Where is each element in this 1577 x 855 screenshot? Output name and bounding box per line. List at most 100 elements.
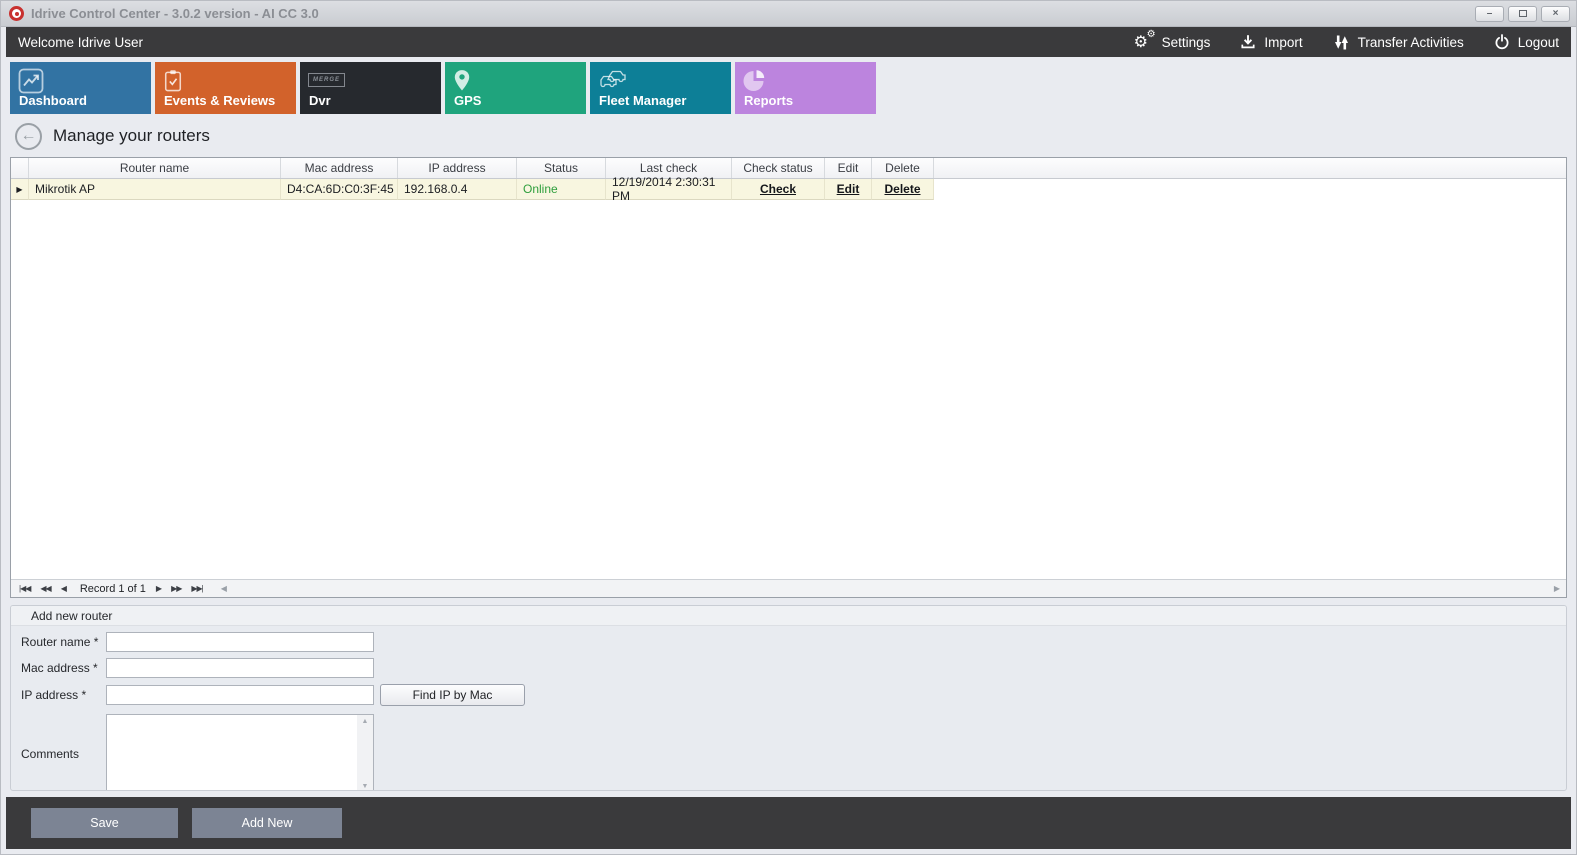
mac-address-field[interactable]	[106, 658, 374, 678]
column-header-edit[interactable]: Edit	[825, 158, 872, 178]
tile-reports[interactable]: Reports	[735, 62, 876, 114]
find-ip-by-mac-button[interactable]: Find IP by Mac	[380, 684, 525, 706]
mac-address-label: Mac address *	[21, 661, 106, 675]
gears-icon: ⚙⚙	[1134, 33, 1154, 51]
status-badge: Online	[523, 182, 558, 196]
logout-button[interactable]: Logout	[1494, 34, 1559, 50]
delete-link[interactable]: Delete	[884, 182, 920, 196]
mac-address-row: Mac address *	[21, 658, 1566, 678]
tile-gps-label: GPS	[454, 93, 481, 108]
router-name-label: Router name *	[21, 635, 106, 649]
row-marker-cell: ▶	[11, 179, 29, 200]
router-name-row: Router name *	[21, 632, 1566, 652]
tile-dvr-label: Dvr	[309, 93, 331, 108]
nav-first-icon[interactable]: |◀◀	[19, 585, 30, 593]
grid-header-row: Router name Mac address IP address Statu…	[11, 158, 1566, 179]
comments-box: ▲ ▼	[106, 714, 374, 791]
table-row[interactable]: ▶ Mikrotik AP D4:CA:6D:C0:3F:45 192.168.…	[11, 179, 1566, 200]
minimize-button[interactable]: –	[1475, 6, 1504, 22]
column-header-ip-address[interactable]: IP address	[398, 158, 517, 178]
welcome-text: Welcome Idrive User	[18, 35, 143, 50]
cars-icon	[598, 68, 630, 96]
routers-grid: Router name Mac address IP address Statu…	[10, 157, 1567, 598]
comments-field[interactable]	[107, 715, 373, 791]
cell-check-status: Check	[732, 179, 825, 200]
app-logo-icon	[9, 6, 24, 21]
maximize-button[interactable]	[1508, 6, 1537, 22]
ip-address-field[interactable]	[106, 685, 374, 705]
row-marker-icon: ▶	[16, 185, 22, 194]
back-button[interactable]: ←	[15, 123, 42, 150]
tile-events-reviews-label: Events & Reviews	[164, 93, 275, 108]
nav-next-page-icon[interactable]: ▶▶	[171, 585, 181, 593]
tile-gps[interactable]: GPS	[445, 62, 586, 114]
maximize-icon	[1519, 10, 1527, 17]
plate-icon-text: MERGE	[308, 73, 345, 87]
panel-title: Add new router	[11, 606, 1566, 626]
page-title: Manage your routers	[53, 126, 210, 146]
grid-header-filler	[934, 158, 1566, 178]
logout-label: Logout	[1518, 35, 1559, 50]
comments-scrollbar[interactable]: ▲ ▼	[357, 715, 373, 791]
tile-reports-label: Reports	[744, 93, 793, 108]
nav-last-icon[interactable]: ▶▶|	[191, 585, 202, 593]
cell-ip-address: 192.168.0.4	[398, 179, 517, 200]
import-button[interactable]: Import	[1240, 34, 1302, 50]
plate-icon: MERGE	[308, 68, 345, 87]
close-button[interactable]: ×	[1541, 6, 1570, 22]
column-header-mac-address[interactable]: Mac address	[281, 158, 398, 178]
window-controls: – ×	[1471, 6, 1570, 22]
cell-edit: Edit	[825, 179, 872, 200]
import-icon	[1240, 34, 1256, 50]
grid-header-marker	[11, 158, 29, 178]
save-button[interactable]: Save	[31, 808, 178, 838]
page-header: ← Manage your routers	[6, 115, 1571, 157]
hscroll-left-icon[interactable]: ◀	[221, 585, 227, 593]
ip-address-label: IP address *	[21, 688, 106, 702]
hscroll-right-icon[interactable]: ▶	[1554, 585, 1560, 593]
nav-next-icon[interactable]: ▶	[156, 585, 161, 593]
add-router-panel: Add new router Router name * Mac address…	[10, 605, 1567, 791]
cell-delete: Delete	[872, 179, 934, 200]
record-navigator: |◀◀ ◀◀ ◀ Record 1 of 1 ▶ ▶▶ ▶▶| ◀ ▶	[11, 579, 1566, 597]
cell-last-check: 12/19/2014 2:30:31 PM	[606, 179, 732, 200]
tile-fleet-manager-label: Fleet Manager	[599, 93, 686, 108]
top-toolbar: Welcome Idrive User ⚙⚙ Settings Import	[6, 27, 1571, 57]
scroll-up-icon[interactable]: ▲	[362, 718, 369, 725]
tile-dashboard[interactable]: Dashboard	[10, 62, 151, 114]
back-arrow-icon: ←	[21, 128, 37, 144]
grid-empty-area	[11, 200, 1566, 579]
column-header-delete[interactable]: Delete	[872, 158, 934, 178]
ip-address-row: IP address * Find IP by Mac	[21, 684, 1566, 706]
comments-label: Comments	[21, 747, 106, 761]
import-label: Import	[1264, 35, 1302, 50]
router-name-field[interactable]	[106, 632, 374, 652]
cell-router-name: Mikrotik AP	[29, 179, 281, 200]
settings-label: Settings	[1162, 35, 1211, 50]
scroll-down-icon[interactable]: ▼	[362, 783, 369, 790]
nav-prev-page-icon[interactable]: ◀◀	[40, 585, 50, 593]
edit-link[interactable]: Edit	[837, 182, 860, 196]
settings-button[interactable]: ⚙⚙ Settings	[1134, 33, 1211, 51]
column-header-router-name[interactable]: Router name	[29, 158, 281, 178]
add-new-button[interactable]: Add New	[192, 808, 342, 838]
tile-dashboard-label: Dashboard	[19, 93, 87, 108]
footer-bar: Save Add New	[6, 797, 1571, 849]
module-tiles: Dashboard Events & Reviews MERGE Dvr	[6, 57, 1571, 115]
window-title: Idrive Control Center - 3.0.2 version - …	[31, 6, 319, 21]
tile-fleet-manager[interactable]: Fleet Manager	[590, 62, 731, 114]
titlebar: Idrive Control Center - 3.0.2 version - …	[1, 1, 1576, 27]
nav-prev-icon[interactable]: ◀	[61, 585, 66, 593]
cell-mac-address: D4:CA:6D:C0:3F:45	[281, 179, 398, 200]
toolbar-actions: ⚙⚙ Settings Import Transfer Activities	[1134, 33, 1559, 51]
transfer-activities-button[interactable]: Transfer Activities	[1333, 34, 1464, 51]
row-filler	[934, 179, 1566, 200]
tile-events-reviews[interactable]: Events & Reviews	[155, 62, 296, 114]
transfer-activities-label: Transfer Activities	[1358, 35, 1464, 50]
column-header-status[interactable]: Status	[517, 158, 606, 178]
check-link[interactable]: Check	[760, 182, 796, 196]
cell-status: Online	[517, 179, 606, 200]
record-counter: Record 1 of 1	[80, 583, 146, 595]
tile-dvr[interactable]: MERGE Dvr	[300, 62, 441, 114]
column-header-check-status[interactable]: Check status	[732, 158, 825, 178]
